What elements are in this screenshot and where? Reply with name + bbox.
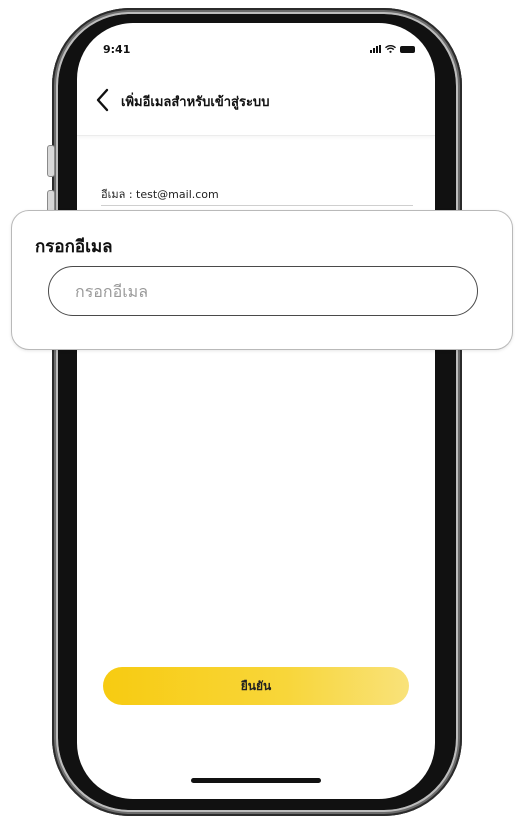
- chevron-left-icon[interactable]: [93, 87, 115, 113]
- confirm-button[interactable]: ยืนยัน: [103, 667, 409, 705]
- email-input[interactable]: [48, 266, 478, 316]
- status-bar: 9:41: [77, 23, 435, 67]
- wifi-icon: [385, 45, 396, 53]
- current-email-row: อีเมล : test@mail.com: [101, 183, 413, 206]
- phone-side-button: [47, 145, 55, 177]
- phone-screen: 9:41 เพิ่มอีเมลสำหรับเข้าสู่ระบบ อีเมล :: [77, 23, 435, 799]
- current-email-label: อีเมล : test@mail.com: [101, 188, 219, 201]
- status-time: 9:41: [103, 43, 131, 56]
- confirm-button-label: ยืนยัน: [240, 678, 272, 693]
- status-icons: [370, 45, 415, 53]
- nav-bar: เพิ่มอีเมลสำหรับเข้าสู่ระบบ: [77, 79, 435, 136]
- email-input-callout: กรอกอีเมล: [11, 210, 513, 350]
- email-input-title: กรอกอีเมล: [35, 237, 113, 257]
- battery-icon: [400, 45, 415, 53]
- home-indicator: [191, 778, 321, 783]
- signal-icon: [370, 45, 381, 53]
- mockup-stage: 9:41 เพิ่มอีเมลสำหรับเข้าสู่ระบบ อีเมล :: [0, 0, 515, 821]
- page-title: เพิ่มอีเมลสำหรับเข้าสู่ระบบ: [121, 95, 270, 110]
